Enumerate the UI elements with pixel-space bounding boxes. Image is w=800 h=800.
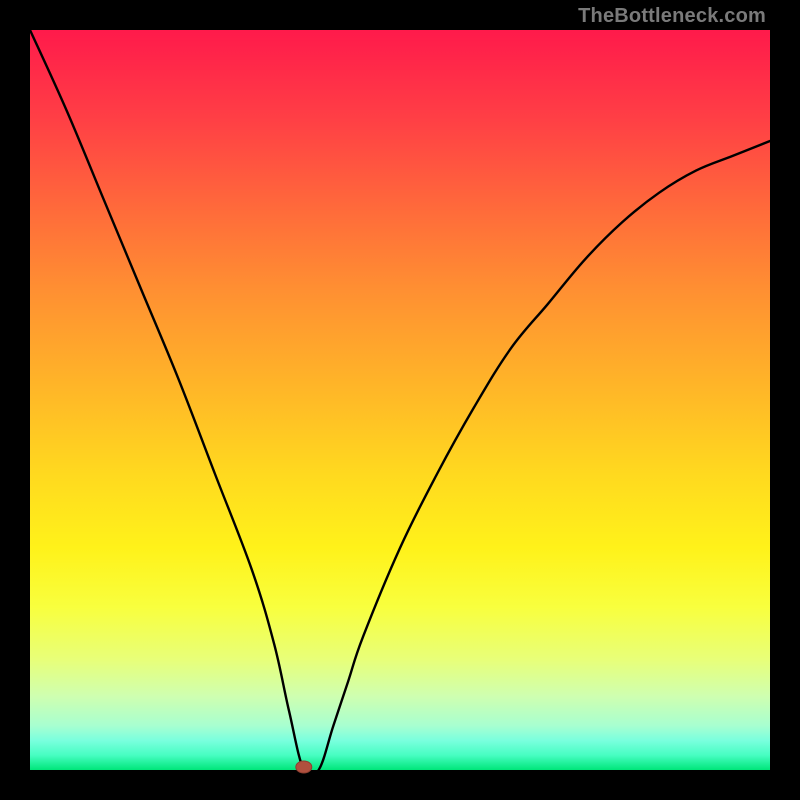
chart-frame: TheBottleneck.com — [0, 0, 800, 800]
bottleneck-curve — [30, 30, 770, 777]
watermark-label: TheBottleneck.com — [578, 5, 766, 28]
min-marker — [296, 761, 312, 773]
chart-overlay — [30, 30, 770, 770]
